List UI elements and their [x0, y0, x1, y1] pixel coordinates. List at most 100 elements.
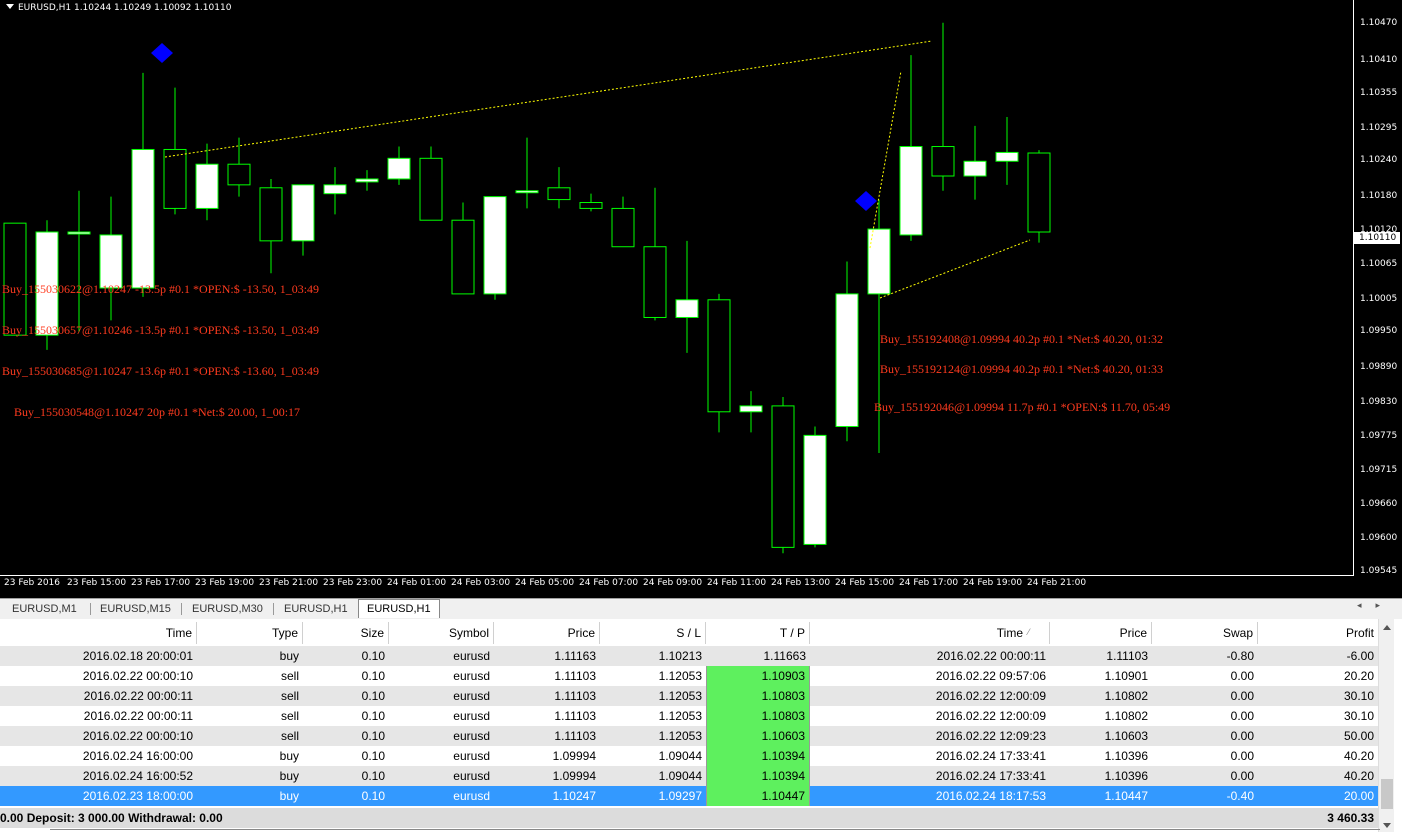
cell-symbol: eurusd — [453, 769, 490, 783]
trade-history-table: Time Type Size Symbol Price S / L T / P … — [0, 619, 1402, 832]
dropdown-arrow-icon[interactable] — [6, 4, 14, 9]
table-header: Time Type Size Symbol Price S / L T / P … — [0, 622, 1378, 644]
table-row[interactable]: 2016.02.24 16:00:00 buy 0.10 eurusd 1.09994 1… — [0, 746, 1378, 766]
price-tick-label: 1.10005 — [1360, 294, 1398, 304]
cell-size: 0.10 — [361, 669, 385, 683]
candle-body — [643, 246, 667, 318]
time-tick-label: 23 Feb 17:00 — [131, 578, 191, 588]
cell-close-price: 1.11103 — [1106, 649, 1148, 663]
candle-body — [483, 196, 507, 295]
trade-label: Buy_155192124@1.09994 40.2p #0.1 *Net:$ … — [880, 362, 1164, 376]
trade-label: Buy_155030622@1.10247 -13.5p #0.1 *OPEN:… — [2, 282, 320, 296]
scroll-left-icon[interactable]: ◂ — [1357, 600, 1376, 610]
price-tick-label: 1.10410 — [1360, 55, 1398, 65]
candle-body — [355, 178, 379, 183]
cell-tp: 1.10903 — [706, 666, 810, 686]
time-tick-label: 24 Feb 21:00 — [1027, 578, 1087, 588]
scroll-up-icon[interactable] — [1383, 625, 1391, 630]
table-row[interactable]: 2016.02.24 16:00:52 buy 0.10 eurusd 1.09994 1… — [0, 766, 1378, 786]
time-axis — [0, 575, 1354, 576]
candle-body — [195, 163, 219, 209]
candle-body — [835, 293, 859, 428]
column-header-time[interactable]: Time — [0, 622, 197, 644]
candle-body — [579, 202, 603, 209]
candle-body — [227, 163, 251, 186]
cell-close-price: 1.10396 — [1104, 749, 1148, 763]
account-summary: 0.00 Deposit: 3 000.00 Withdrawal: 0.00 … — [0, 808, 1378, 828]
tab-eurusd-h1[interactable]: EURUSD,H1 — [284, 601, 348, 617]
table-row[interactable]: 2016.02.22 00:00:10 sell 0.10 eurusd 1.11103… — [0, 666, 1378, 686]
price-tick-label: 1.10240 — [1360, 155, 1398, 165]
cell-type: sell — [280, 729, 299, 743]
cell-type: sell — [280, 709, 299, 723]
scroll-right-icon[interactable]: ▸ — [1375, 600, 1394, 610]
chart-title: EURUSD,H1 1.10244 1.10249 1.10092 1.1011… — [6, 3, 231, 13]
column-header-sl[interactable]: S / L — [600, 622, 706, 644]
cell-symbol: eurusd — [453, 709, 490, 723]
candle-body — [963, 160, 987, 177]
time-tick-label: 24 Feb 05:00 — [515, 578, 575, 588]
cell-close-price: 1.10802 — [1104, 689, 1148, 703]
price-tick-label: 1.09950 — [1360, 326, 1398, 336]
entry-marker-icon — [855, 191, 877, 211]
vertical-scrollbar[interactable] — [1378, 619, 1394, 832]
cell-open-time: 2016.02.22 00:00:10 — [82, 729, 193, 743]
cell-profit: 30.10 — [1343, 709, 1374, 723]
price-axis — [1353, 0, 1402, 575]
cell-close-time: 2016.02.22 12:00:09 — [935, 709, 1046, 723]
tab-eurusd-m1[interactable]: EURUSD,M1 — [12, 601, 77, 617]
column-header-price[interactable]: Price — [494, 622, 600, 644]
candle-body — [803, 434, 827, 545]
tab-eurusd-m30[interactable]: EURUSD,M30 — [192, 601, 263, 617]
cell-size: 0.10 — [361, 649, 385, 663]
sort-icon: ⁄ — [1028, 627, 1030, 637]
table-row[interactable]: 2016.02.23 18:00:00 buy 0.10 eurusd 1.10247 1… — [0, 786, 1378, 806]
cell-type: buy — [279, 769, 299, 783]
column-header-swap[interactable]: Swap — [1152, 622, 1258, 644]
price-tick-label: 1.09890 — [1360, 362, 1398, 372]
tab-eurusd-h1-active[interactable]: EURUSD,H1 — [358, 599, 440, 618]
table-row[interactable]: 2016.02.22 00:00:10 sell 0.10 eurusd 1.11103… — [0, 726, 1378, 746]
time-tick-label: 23 Feb 23:00 — [323, 578, 383, 588]
cell-price: 1.11163 — [554, 649, 596, 663]
cell-sl: 1.12053 — [658, 689, 702, 703]
cell-profit: 50.00 — [1343, 729, 1374, 743]
price-tick-label: 1.09715 — [1360, 465, 1398, 475]
cell-close-price: 1.10396 — [1104, 769, 1148, 783]
candle-body — [707, 299, 731, 413]
cell-profit: 40.20 — [1343, 769, 1374, 783]
cell-size: 0.10 — [361, 789, 385, 803]
candle-body — [1027, 152, 1051, 233]
column-header-close-time[interactable]: Time — [810, 622, 1050, 644]
time-tick-label: 24 Feb 11:00 — [707, 578, 767, 588]
cell-symbol: eurusd — [453, 729, 490, 743]
column-header-symbol[interactable]: Symbol — [389, 622, 494, 644]
trend-line — [879, 239, 1031, 299]
cell-profit: -6.00 — [1346, 649, 1374, 663]
scrollbar-thumb[interactable] — [1381, 779, 1393, 809]
trade-label: Buy_155192046@1.09994 11.7p #0.1 *OPEN:$… — [874, 400, 1171, 414]
candle-body — [419, 157, 443, 221]
column-header-type[interactable]: Type — [197, 622, 303, 644]
column-header-tp[interactable]: T / P — [706, 622, 810, 644]
time-tick-label: 24 Feb 03:00 — [451, 578, 511, 588]
tab-eurusd-m15[interactable]: EURUSD,M15 — [100, 601, 171, 617]
column-header-profit[interactable]: Profit — [1258, 622, 1378, 644]
trend-line — [869, 70, 902, 249]
cell-close-time: 2016.02.24 17:33:41 — [935, 749, 1046, 763]
tab-scroll-arrows[interactable]: ◂▸ — [1357, 600, 1394, 611]
price-chart[interactable]: EURUSD,H1 1.10244 1.10249 1.10092 1.1011… — [0, 0, 1402, 598]
column-header-close-price[interactable]: Price — [1050, 622, 1152, 644]
cell-swap: -0.80 — [1226, 649, 1254, 663]
table-row[interactable]: 2016.02.18 20:00:01 buy 0.10 eurusd 1.11163 1… — [0, 646, 1378, 666]
table-row[interactable]: 2016.02.22 00:00:11 sell 0.10 eurusd 1.11103… — [0, 686, 1378, 706]
column-header-size[interactable]: Size — [303, 622, 389, 644]
table-row[interactable]: 2016.02.22 00:00:11 sell 0.10 eurusd 1.11103… — [0, 706, 1378, 726]
cell-swap: 0.00 — [1230, 689, 1254, 703]
scroll-down-icon[interactable] — [1383, 823, 1391, 828]
cell-tp: 1.10394 — [706, 766, 810, 786]
time-tick-label: 24 Feb 17:00 — [899, 578, 959, 588]
cell-price: 1.11103 — [554, 689, 596, 703]
candle-body — [323, 184, 347, 195]
trend-line — [164, 40, 933, 158]
